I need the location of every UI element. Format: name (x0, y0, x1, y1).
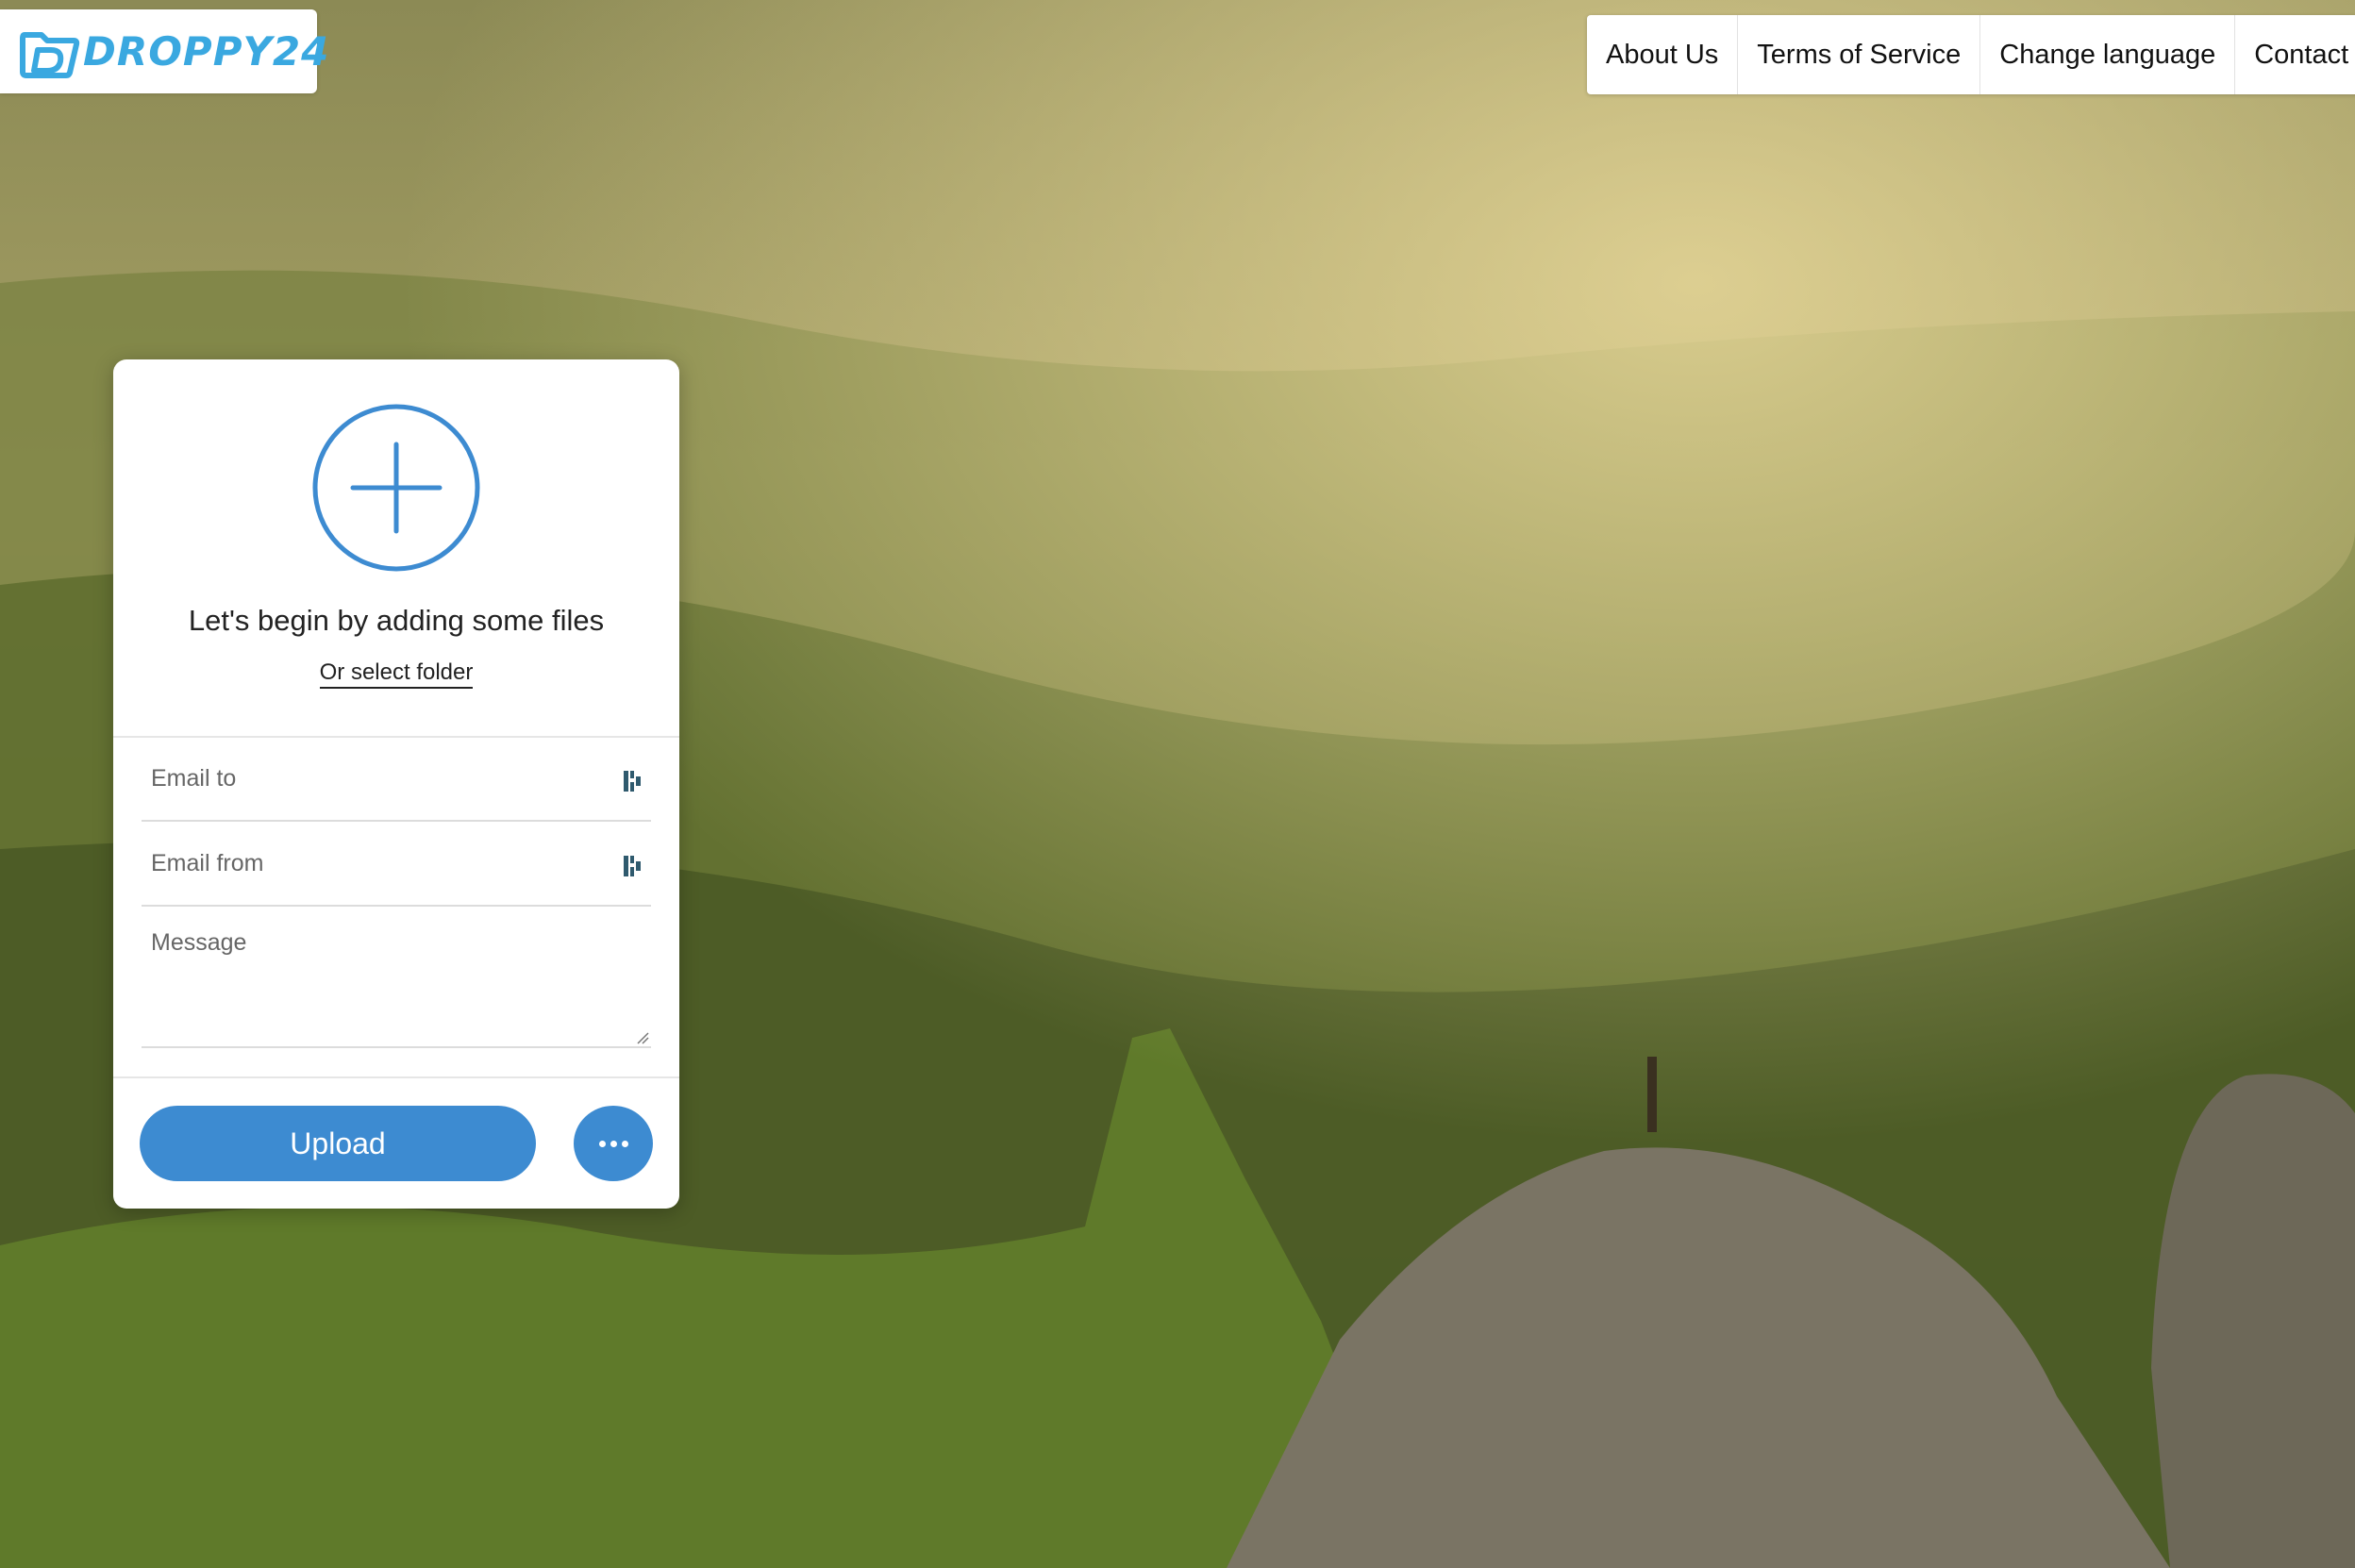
plus-circle-icon[interactable] (311, 403, 481, 573)
email-to-input[interactable] (142, 737, 585, 820)
add-files-zone[interactable]: Let's begin by adding some files Or sele… (113, 359, 679, 738)
password-manager-icon[interactable] (623, 769, 643, 793)
logo-text: DROPPY24 (83, 28, 330, 75)
logo[interactable]: DROPPY24 (0, 9, 328, 93)
message-textarea[interactable] (142, 929, 623, 1033)
more-options-button[interactable] (574, 1106, 653, 1181)
email-from-field (142, 822, 651, 907)
message-field (142, 907, 651, 1048)
upload-card: Let's begin by adding some files Or sele… (113, 359, 679, 1209)
nav-change-language[interactable]: Change language (1980, 15, 2236, 94)
card-footer-divider (113, 1076, 679, 1078)
top-navigation: About Us Terms of Service Change languag… (1587, 15, 2355, 94)
upload-button[interactable]: Upload (140, 1106, 536, 1181)
more-horizontal-icon (596, 1140, 630, 1147)
email-to-field (142, 737, 651, 822)
select-folder-link[interactable]: Or select folder (319, 659, 474, 689)
resize-handle-icon[interactable] (636, 1031, 649, 1044)
password-manager-icon[interactable] (623, 854, 643, 878)
email-from-input[interactable] (142, 822, 585, 905)
add-files-title: Let's begin by adding some files (188, 604, 605, 637)
page-background: DROPPY24 About Us Terms of Service Chang… (0, 0, 2355, 1568)
nav-contact[interactable]: Contact (2235, 15, 2355, 94)
folder-logo-icon (20, 32, 80, 78)
nav-about-us[interactable]: About Us (1587, 15, 1739, 94)
select-folder-link-wrapper: Or select folder (113, 659, 679, 689)
nav-terms-of-service[interactable]: Terms of Service (1738, 15, 1981, 94)
